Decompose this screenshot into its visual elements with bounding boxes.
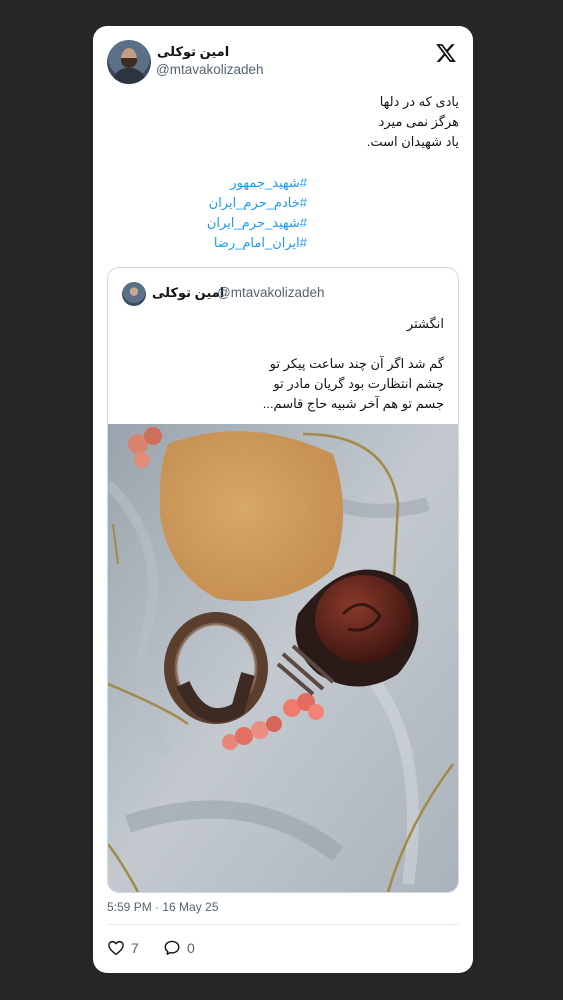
- quoted-line: جسم تو هم آخر شبیه حاج قاسم...: [262, 396, 444, 411]
- quoted-line: چشم انتظارت بود گریان مادر تو: [273, 376, 444, 391]
- reply-bubble-icon: [164, 940, 180, 955]
- quoted-author-avatar[interactable]: [122, 282, 146, 306]
- author-avatar[interactable]: [107, 40, 151, 84]
- reply-button[interactable]: 0: [163, 939, 195, 957]
- heart-icon: [108, 940, 124, 956]
- tweet-timestamp[interactable]: 5:59 PM · 16 May 25: [107, 900, 218, 914]
- reply-count: 0: [187, 940, 195, 956]
- quoted-author-handle[interactable]: @mtavakolizadeh: [217, 285, 325, 300]
- hashtag-link[interactable]: #شهید_حرم_ایران: [107, 213, 307, 233]
- quoted-tweet-text: انگشتر گم شد اگر آن چند ساعت پیکر تو چشم…: [124, 314, 444, 414]
- author-handle[interactable]: @mtavakolizadeh: [156, 62, 264, 77]
- tweet-line: یادی که در دلها: [379, 94, 459, 109]
- quoted-title: انگشتر: [406, 316, 444, 331]
- quoted-line: گم شد اگر آن چند ساعت پیکر تو: [269, 356, 444, 371]
- x-logo-icon[interactable]: [435, 42, 457, 64]
- tweet-line: هرگز نمی میرد: [378, 114, 459, 129]
- hashtag-link[interactable]: #شهید_جمهور: [107, 173, 307, 193]
- tweet-text: یادی که در دلها هرگز نمی میرد یاد شهیدان…: [119, 92, 459, 152]
- quoted-author-name[interactable]: امین توکلی: [152, 285, 224, 301]
- divider: [107, 924, 459, 925]
- quoted-tweet[interactable]: امین توکلی @mtavakolizadeh انگشتر گم شد …: [107, 267, 459, 893]
- tweet-line: یاد شهیدان است.: [366, 134, 459, 149]
- hashtag-link[interactable]: #ایران_امام_رضا: [107, 233, 307, 253]
- hashtag-list: #شهید_جمهور #خادم_حرم_ایران #شهید_حرم_ای…: [107, 173, 307, 253]
- quoted-photo[interactable]: [108, 424, 458, 892]
- like-count: 7: [131, 940, 139, 956]
- author-name[interactable]: امین توکلی: [157, 44, 229, 60]
- like-button[interactable]: 7: [107, 939, 139, 957]
- hashtag-link[interactable]: #خادم_حرم_ایران: [107, 193, 307, 213]
- tweet-card: امین توکلی @mtavakolizadeh یادی که در دل…: [93, 26, 473, 973]
